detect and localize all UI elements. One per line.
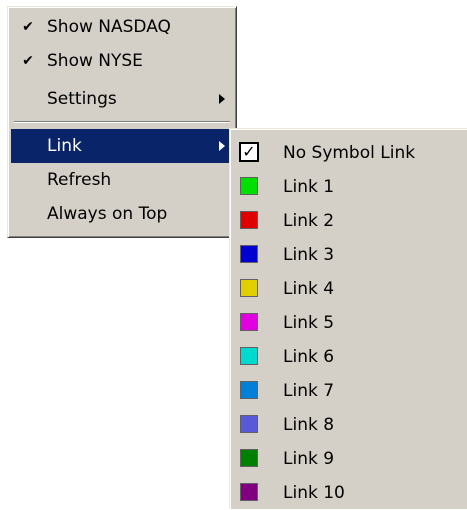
- color-swatch-icon: [240, 211, 258, 229]
- link-item-link-4[interactable]: Link 4: [232, 272, 467, 306]
- link-item-label: Link 6: [283, 347, 335, 367]
- menu-item-label: Link: [47, 136, 82, 156]
- menu-item-refresh[interactable]: Refresh: [11, 163, 233, 197]
- menu-item-always-on-top[interactable]: Always on Top: [11, 197, 233, 231]
- link-item-label: Link 10: [283, 483, 345, 503]
- menu-item-show-nyse[interactable]: ✔ Show NYSE: [11, 44, 233, 78]
- link-submenu: ✓ No Symbol Link Link 1 Link 2 Link 3 Li…: [229, 128, 467, 509]
- checkbox-checked-icon: ✓: [239, 142, 259, 162]
- color-swatch-icon: [240, 347, 258, 365]
- checkmark-icon: ✔: [22, 19, 34, 35]
- menu-item-label: Show NYSE: [47, 51, 143, 71]
- menu-item-label: Show NASDAQ: [47, 17, 171, 37]
- link-item-label: Link 7: [283, 381, 335, 401]
- link-item-link-8[interactable]: Link 8: [232, 408, 467, 442]
- color-swatch-icon: [240, 449, 258, 467]
- color-swatch-icon: [240, 415, 258, 433]
- link-item-label: No Symbol Link: [283, 143, 416, 163]
- color-swatch-icon: [240, 381, 258, 399]
- link-item-label: Link 5: [283, 313, 335, 333]
- link-item-link-9[interactable]: Link 9: [232, 442, 467, 476]
- submenu-arrow-icon: [219, 94, 225, 104]
- context-menu: ✔ Show NASDAQ ✔ Show NYSE Settings Link …: [7, 6, 237, 238]
- menu-separator: [14, 121, 230, 123]
- link-item-link-5[interactable]: Link 5: [232, 306, 467, 340]
- link-item-link-3[interactable]: Link 3: [232, 238, 467, 272]
- menu-item-settings[interactable]: Settings: [11, 82, 233, 116]
- link-item-link-7[interactable]: Link 7: [232, 374, 467, 408]
- link-item-link-10[interactable]: Link 10: [232, 476, 467, 510]
- link-item-label: Link 2: [283, 211, 335, 231]
- link-item-link-1[interactable]: Link 1: [232, 170, 467, 204]
- color-swatch-icon: [240, 483, 258, 501]
- color-swatch-icon: [240, 279, 258, 297]
- color-swatch-icon: [240, 313, 258, 331]
- color-swatch-icon: [240, 177, 258, 195]
- link-item-label: Link 3: [283, 245, 335, 265]
- submenu-arrow-icon: [219, 141, 225, 151]
- link-item-link-2[interactable]: Link 2: [232, 204, 467, 238]
- menu-item-link[interactable]: Link: [11, 129, 233, 163]
- menu-item-label: Settings: [47, 89, 117, 109]
- link-item-label: Link 1: [283, 177, 335, 197]
- link-item-label: Link 9: [283, 449, 335, 469]
- menu-item-label: Always on Top: [47, 204, 168, 224]
- menu-item-show-nasdaq[interactable]: ✔ Show NASDAQ: [11, 10, 233, 44]
- link-item-no-symbol-link[interactable]: ✓ No Symbol Link: [232, 136, 467, 170]
- checkmark-icon: ✔: [22, 53, 34, 69]
- menu-item-label: Refresh: [47, 170, 112, 190]
- link-item-label: Link 4: [283, 279, 335, 299]
- link-item-link-6[interactable]: Link 6: [232, 340, 467, 374]
- color-swatch-icon: [240, 245, 258, 263]
- link-item-label: Link 8: [283, 415, 335, 435]
